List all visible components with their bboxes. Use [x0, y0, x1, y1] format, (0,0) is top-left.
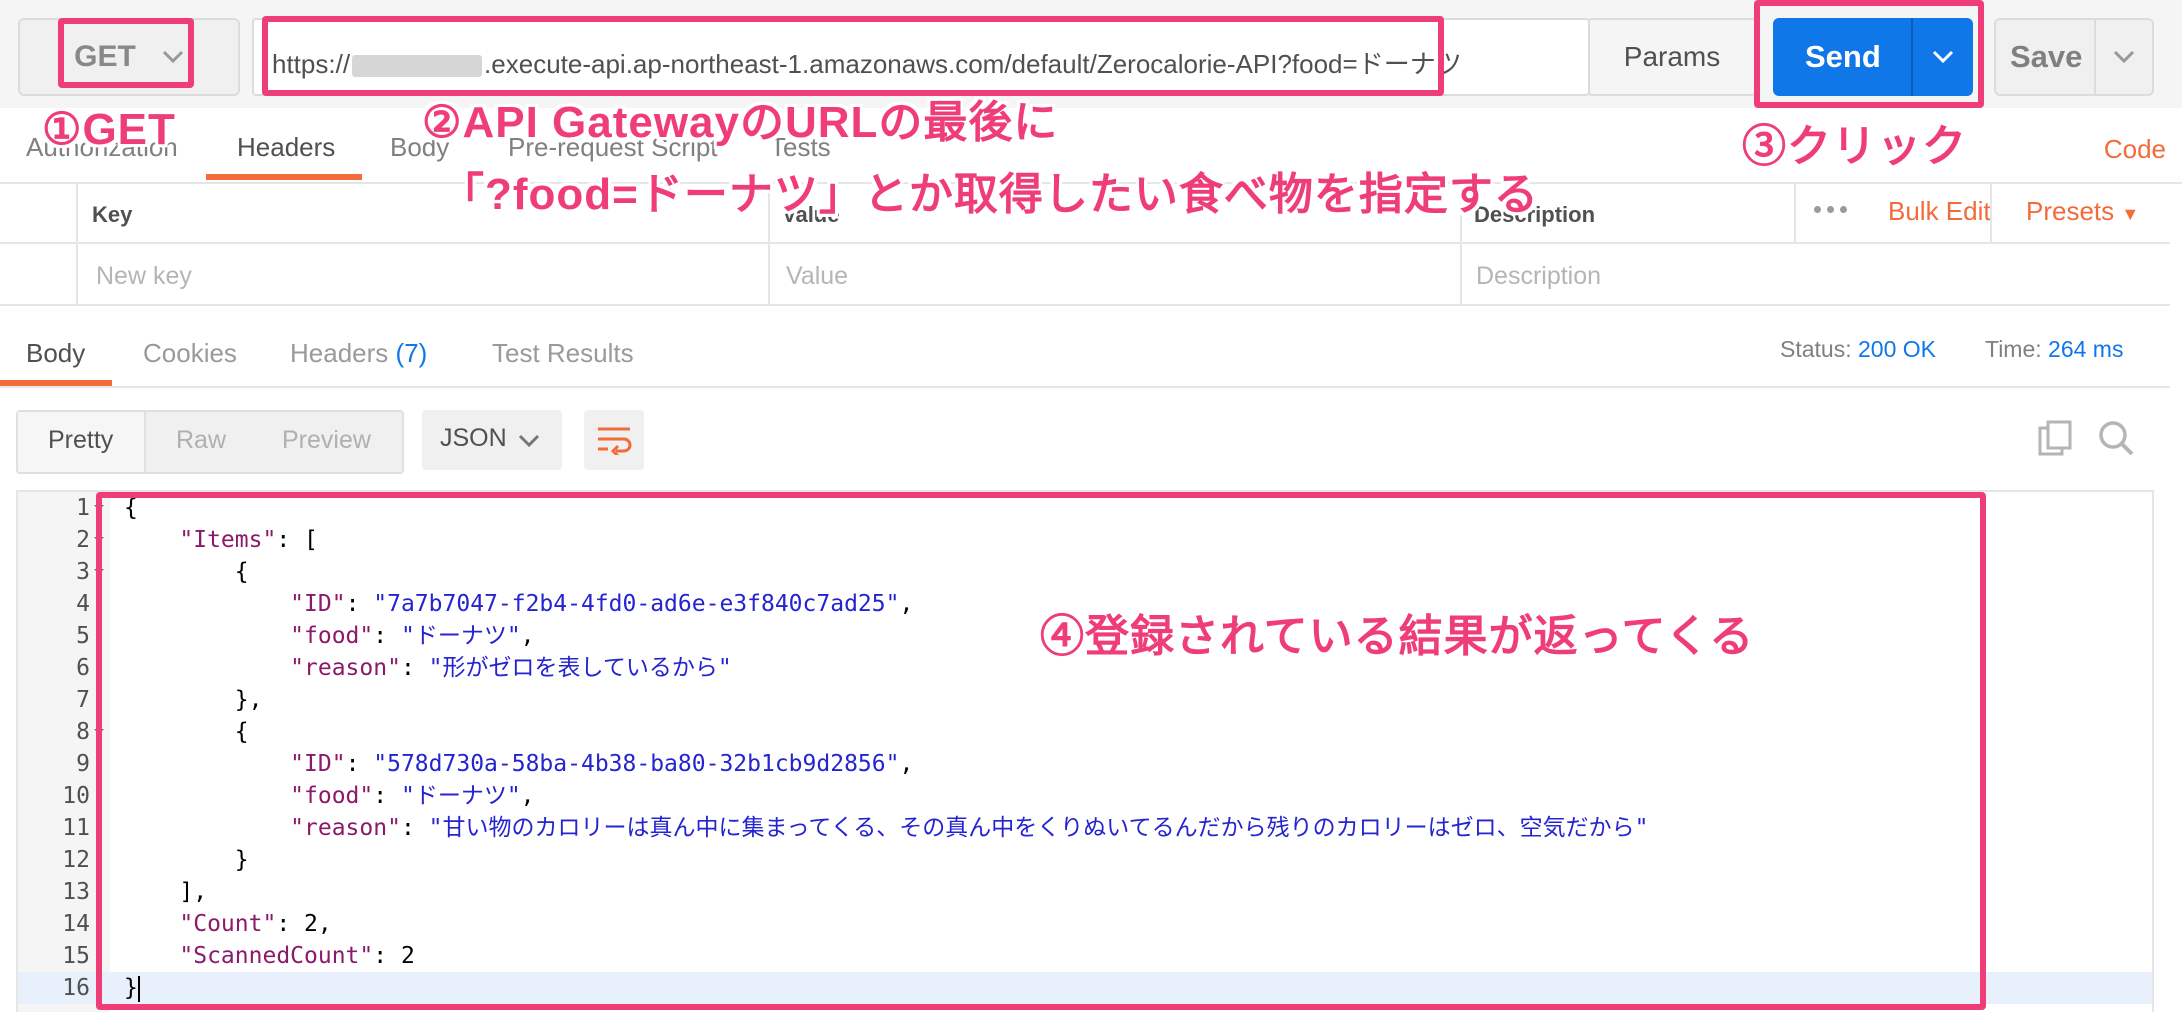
annotation-text-2-line2: 「?food=ドーナツ」とか取得したい食べ物を指定する	[440, 170, 1539, 219]
caret-down-icon: ▼	[2121, 204, 2140, 224]
annotation-text-3: ③クリック	[1742, 122, 1967, 171]
line-number: 2	[76, 527, 90, 553]
line-number: 9	[76, 751, 90, 777]
format-toggle: Pretty Raw Preview	[16, 410, 404, 474]
line-number: 15	[62, 943, 90, 969]
new-value-input[interactable]: Value	[786, 262, 848, 291]
new-key-input[interactable]: New key	[96, 262, 192, 291]
divider	[1794, 184, 1796, 242]
params-button[interactable]: Params	[1588, 18, 1756, 96]
line-number: 11	[62, 815, 90, 841]
response-type-label: JSON	[440, 424, 507, 452]
line-number: 10	[62, 783, 90, 809]
response-type-select[interactable]: JSON	[422, 410, 562, 470]
status-indicator: Status: 200 OK	[1780, 336, 1936, 363]
line-number: 16	[62, 975, 90, 1001]
search-icon[interactable]	[2096, 418, 2136, 458]
format-preview[interactable]: Preview	[282, 426, 371, 455]
line-number: 7	[76, 687, 90, 713]
time-indicator: Time: 264 ms	[1985, 336, 2123, 363]
line-number: 1	[76, 495, 90, 521]
line-number: 4	[76, 591, 90, 617]
tab-headers[interactable]: Headers	[237, 132, 335, 163]
annotation-box-response	[96, 492, 1986, 1010]
line-number: 14	[62, 911, 90, 937]
bulk-edit-link[interactable]: Bulk Edit	[1888, 196, 1991, 227]
presets-label: Presets	[2026, 196, 2115, 226]
line-number: 8	[76, 719, 90, 745]
divider	[76, 184, 78, 304]
new-description-input[interactable]: Description	[1476, 262, 1601, 291]
annotation-box-url	[262, 16, 1444, 96]
save-label: Save	[2010, 39, 2083, 74]
annotation-box-method	[58, 18, 194, 88]
active-tab-underline	[206, 174, 362, 180]
format-pretty[interactable]: Pretty	[48, 426, 113, 455]
tab-test-results[interactable]: Test Results	[492, 338, 634, 369]
tab-response-headers[interactable]: Headers (7)	[290, 338, 427, 369]
chevron-down-icon	[2113, 50, 2135, 64]
annotation-box-send	[1754, 0, 1984, 108]
wrap-lines-icon	[598, 427, 632, 455]
save-button[interactable]: Save	[1994, 18, 2154, 96]
column-key: Key	[92, 202, 133, 227]
chevron-down-icon	[518, 434, 540, 448]
line-number: 3	[76, 559, 90, 585]
code-link[interactable]: Code	[2104, 134, 2166, 165]
tab-cookies[interactable]: Cookies	[143, 338, 237, 369]
divider	[1990, 184, 1992, 242]
format-raw[interactable]: Raw	[176, 426, 226, 455]
annotation-text-4: ④登録されている結果が返ってくる	[1040, 612, 1755, 661]
annotation-text-2-line1: ②API GatewayのURLの最後に	[422, 98, 1059, 147]
annotation-text-1: ①GET	[42, 105, 176, 154]
presets-dropdown[interactable]: Presets ▼	[2026, 196, 2139, 227]
copy-icon[interactable]	[2036, 418, 2076, 458]
tab-response-body[interactable]: Body	[26, 338, 85, 369]
line-number: 13	[62, 879, 90, 905]
line-number: 12	[62, 847, 90, 873]
response-headers-label: Headers	[290, 338, 389, 368]
line-number: 6	[76, 655, 90, 681]
wrap-lines-button[interactable]	[584, 410, 644, 470]
status-value: 200 OK	[1858, 336, 1936, 362]
more-options-icon[interactable]	[1814, 206, 1847, 213]
active-tab-underline	[0, 380, 112, 386]
response-tabs: Body Cookies Headers (7) Test Results St…	[0, 318, 2170, 388]
time-label: Time:	[1985, 336, 2042, 362]
headers-count: (7)	[395, 338, 428, 368]
status-label: Status:	[1780, 336, 1852, 362]
time-value: 264 ms	[2048, 336, 2124, 362]
line-number: 5	[76, 623, 90, 649]
save-dropdown[interactable]	[2094, 20, 2152, 94]
